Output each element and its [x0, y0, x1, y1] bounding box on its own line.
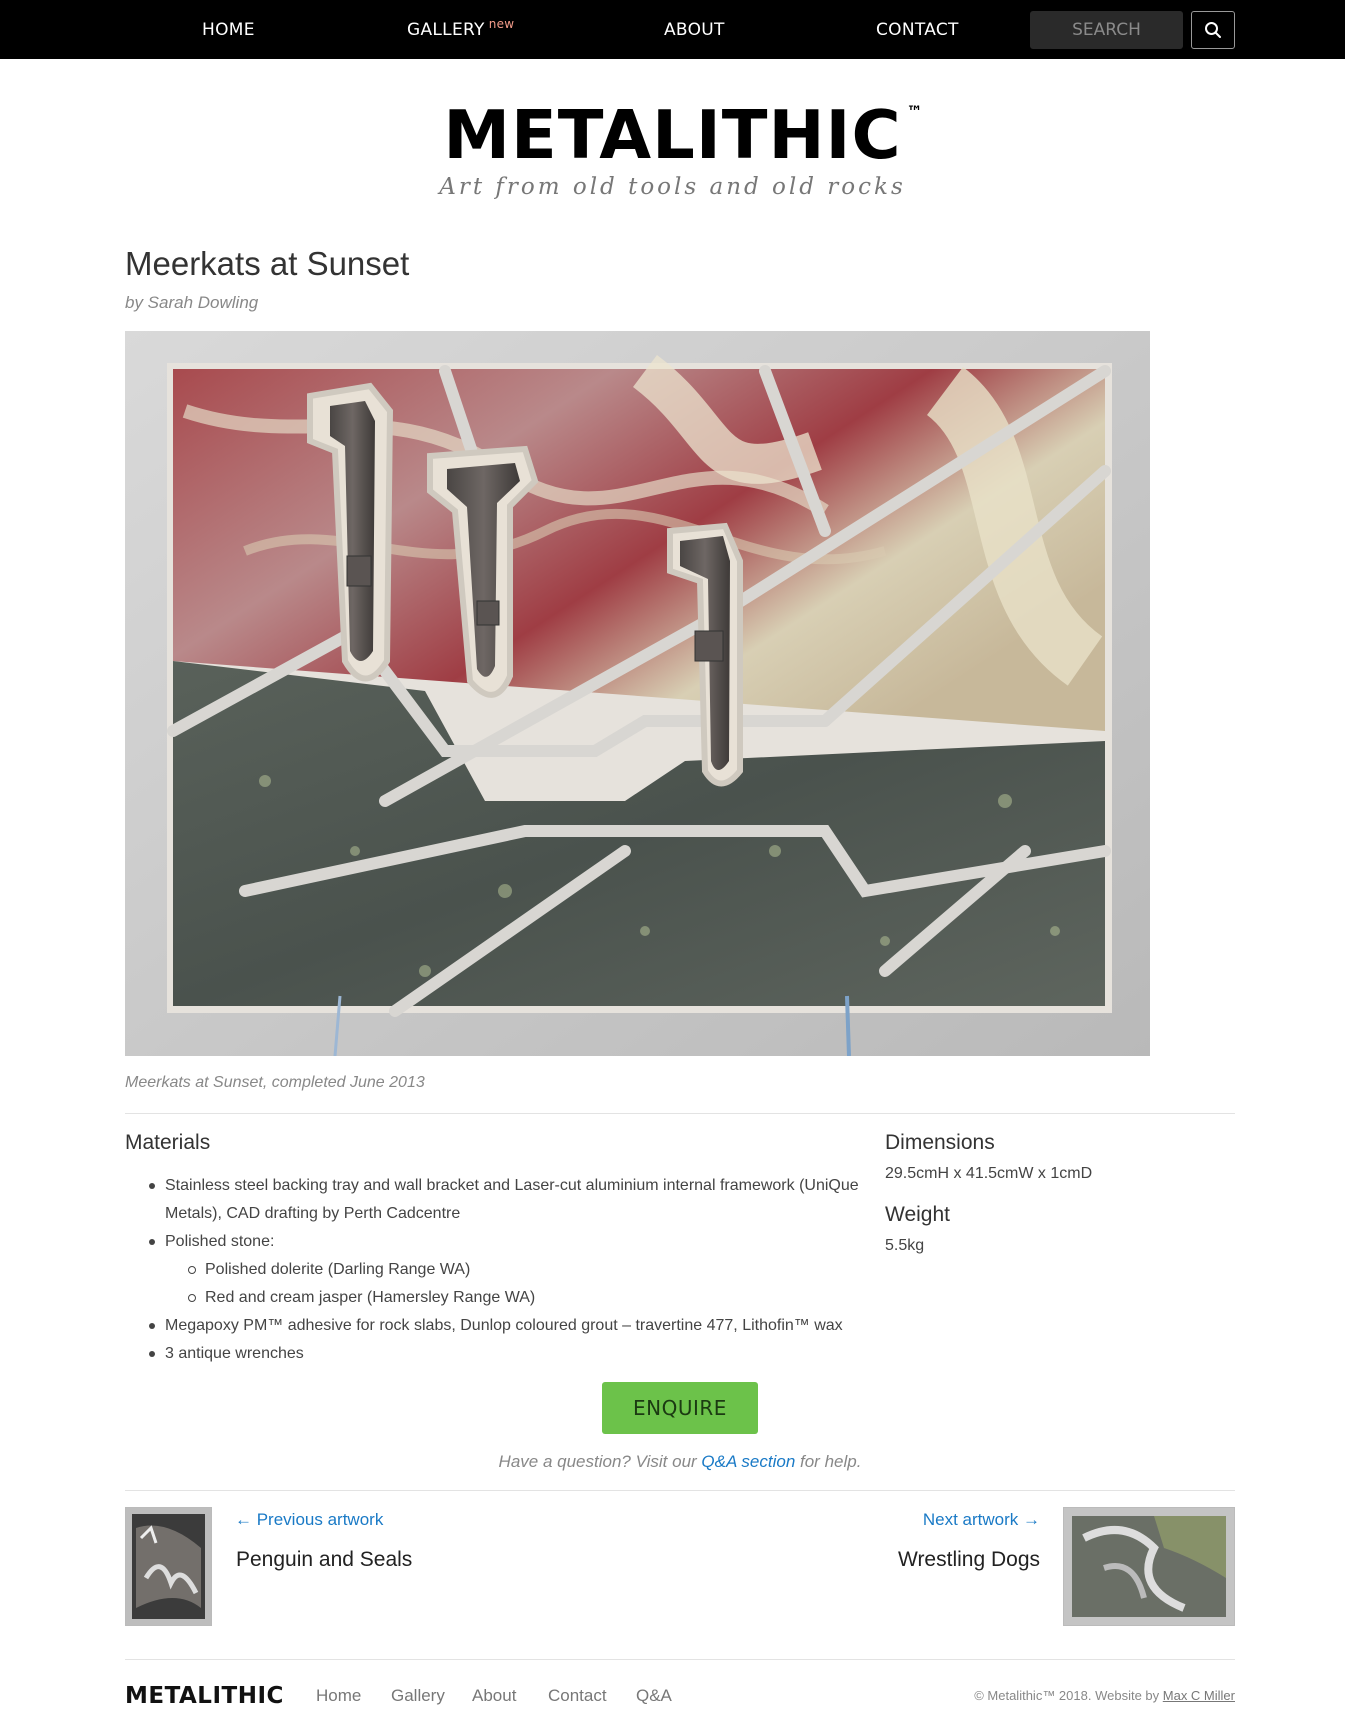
- list-item-label: Polished stone:: [165, 1233, 275, 1250]
- help-text: Have a question? Visit our Q&A section f…: [0, 1452, 1345, 1472]
- footer-contact-link[interactable]: Contact: [548, 1686, 607, 1706]
- previous-artwork-link[interactable]: ← Previous artwork: [235, 1510, 383, 1530]
- logo-wordmark: METALITHIC: [443, 96, 902, 174]
- search-button[interactable]: [1191, 11, 1235, 49]
- site-logo[interactable]: METALITHIC ™: [0, 96, 1345, 174]
- list-item: Red and cream jasper (Hamersley Range WA…: [125, 1284, 865, 1312]
- top-nav: HOME GALLERY new ABOUT CONTACT: [0, 0, 1345, 59]
- nav-home-link[interactable]: HOME: [202, 20, 255, 40]
- dimensions-value: 29.5cmH x 41.5cmW x 1cmD: [885, 1165, 1093, 1182]
- next-artwork-title[interactable]: Wrestling Dogs: [898, 1548, 1040, 1572]
- weight-heading: Weight: [885, 1203, 950, 1226]
- list-item: Stainless steel backing tray and wall br…: [125, 1172, 865, 1228]
- divider: [125, 1113, 1235, 1114]
- help-text-before: Have a question? Visit our: [498, 1452, 702, 1471]
- logo-trademark: ™: [906, 102, 924, 121]
- prev-artwork-thumbnail[interactable]: [125, 1507, 212, 1626]
- list-item: Megapoxy PM™ adhesive for rock slabs, Du…: [125, 1312, 865, 1340]
- dimensions-heading: Dimensions: [885, 1131, 995, 1154]
- list-item: Polished dolerite (Darling Range WA): [125, 1256, 865, 1284]
- footer-gallery-link[interactable]: Gallery: [391, 1686, 445, 1706]
- nav-gallery-label: GALLERY: [407, 20, 485, 40]
- page-title: Meerkats at Sunset: [125, 245, 410, 282]
- artwork-illustration: [125, 331, 1150, 1057]
- qa-section-link[interactable]: Q&A section: [701, 1452, 795, 1471]
- new-badge: new: [488, 17, 515, 31]
- next-artwork-link[interactable]: Next artwork →: [923, 1510, 1040, 1530]
- footer-logo[interactable]: METALITHIC: [125, 1683, 284, 1709]
- weight-value: 5.5kg: [885, 1237, 925, 1254]
- footer-about-link[interactable]: About: [472, 1686, 516, 1706]
- divider: [125, 1490, 1235, 1491]
- list-item: Polished stone: Polished dolerite (Darli…: [125, 1228, 865, 1312]
- materials-heading: Materials: [125, 1131, 211, 1154]
- footer-qa-link[interactable]: Q&A: [636, 1686, 672, 1706]
- divider: [125, 1659, 1235, 1660]
- nav-contact-link[interactable]: CONTACT: [876, 20, 959, 40]
- next-thumbnail-image: [1064, 1508, 1234, 1625]
- copyright-text: © Metalithic™ 2018. Website by Max C Mil…: [974, 1688, 1235, 1703]
- materials-list: Stainless steel backing tray and wall br…: [125, 1172, 865, 1368]
- artist-byline: by Sarah Dowling: [125, 293, 259, 312]
- enquire-button[interactable]: ENQUIRE: [602, 1382, 758, 1434]
- site-tagline: Art from old tools and old rocks: [439, 174, 906, 200]
- next-artwork-thumbnail[interactable]: [1063, 1507, 1235, 1626]
- previous-artwork-title[interactable]: Penguin and Seals: [236, 1548, 412, 1572]
- prev-thumbnail-image: [126, 1508, 211, 1625]
- help-text-after: for help.: [795, 1452, 862, 1471]
- search-icon: [1205, 22, 1221, 38]
- artwork-image[interactable]: [125, 331, 1150, 1057]
- author-link[interactable]: Max C Miller: [1163, 1688, 1235, 1703]
- copyright-label: © Metalithic™ 2018. Website by: [974, 1688, 1163, 1703]
- nav-gallery-link[interactable]: GALLERY new: [407, 17, 515, 40]
- artwork-caption: Meerkats at Sunset, completed June 2013: [125, 1074, 425, 1091]
- footer-home-link[interactable]: Home: [316, 1686, 361, 1706]
- nav-about-link[interactable]: ABOUT: [664, 20, 725, 40]
- search-input[interactable]: [1030, 11, 1183, 49]
- list-item: 3 antique wrenches: [125, 1340, 865, 1368]
